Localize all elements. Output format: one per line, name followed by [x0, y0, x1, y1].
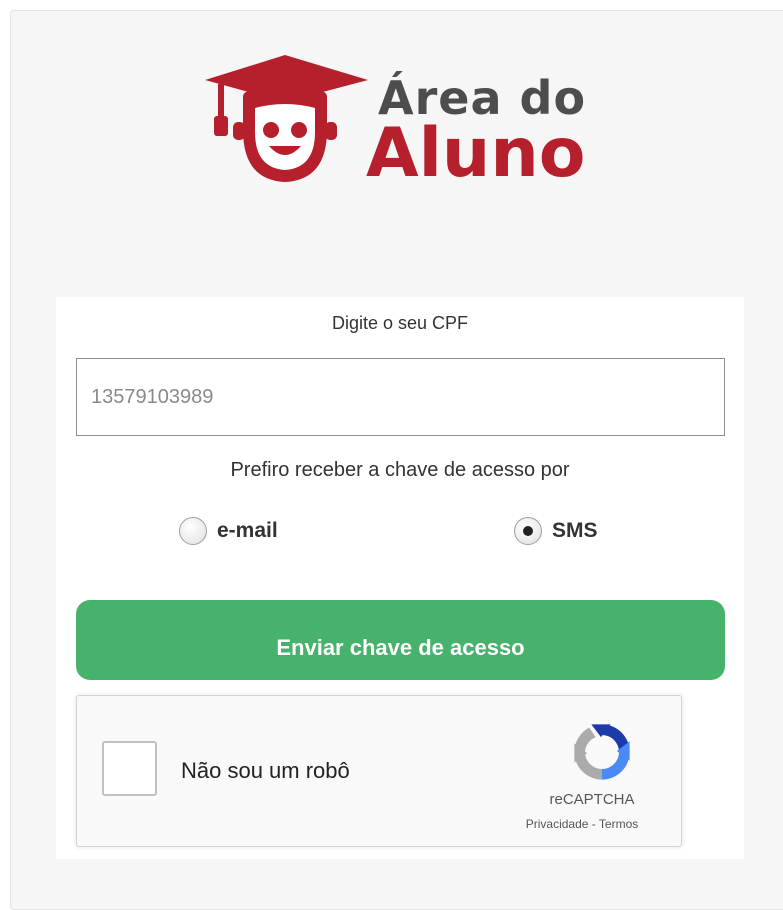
cpf-form: Digite o seu CPF Prefiro receber a chave…: [56, 297, 744, 859]
graduate-mascot-icon: [205, 55, 368, 182]
logo-text-aluno: Aluno: [366, 114, 586, 193]
recaptcha-icon: [574, 724, 630, 780]
sms-radio-label[interactable]: SMS: [552, 519, 598, 543]
cpf-input[interactable]: [76, 358, 725, 436]
recaptcha-brand: reCAPTCHA: [549, 791, 635, 808]
recaptcha-links: Privacidade - Termos: [497, 817, 667, 831]
radio-option-sms[interactable]: SMS: [514, 515, 598, 547]
terms-link[interactable]: Termos: [599, 817, 638, 831]
cpf-label: Digite o seu CPF: [331, 313, 469, 333]
recaptcha-checkbox[interactable]: [102, 741, 157, 796]
radio-option-email[interactable]: e-mail: [179, 515, 278, 547]
delivery-preference-label: Prefiro receber a chave de acesso por: [230, 459, 570, 481]
sms-radio-button[interactable]: [514, 517, 542, 545]
email-radio-label[interactable]: e-mail: [217, 519, 278, 543]
links-separator: -: [588, 817, 599, 831]
area-do-aluno-logo: Área do Aluno: [203, 50, 603, 190]
email-radio-button[interactable]: [179, 517, 207, 545]
privacy-link[interactable]: Privacidade: [526, 817, 589, 831]
send-access-key-button[interactable]: Enviar chave de acesso: [76, 600, 725, 680]
recaptcha-label: Não sou um robô: [181, 758, 350, 783]
recaptcha-widget: Não sou um robô reCAPTCHA Privacidade - …: [76, 695, 682, 847]
